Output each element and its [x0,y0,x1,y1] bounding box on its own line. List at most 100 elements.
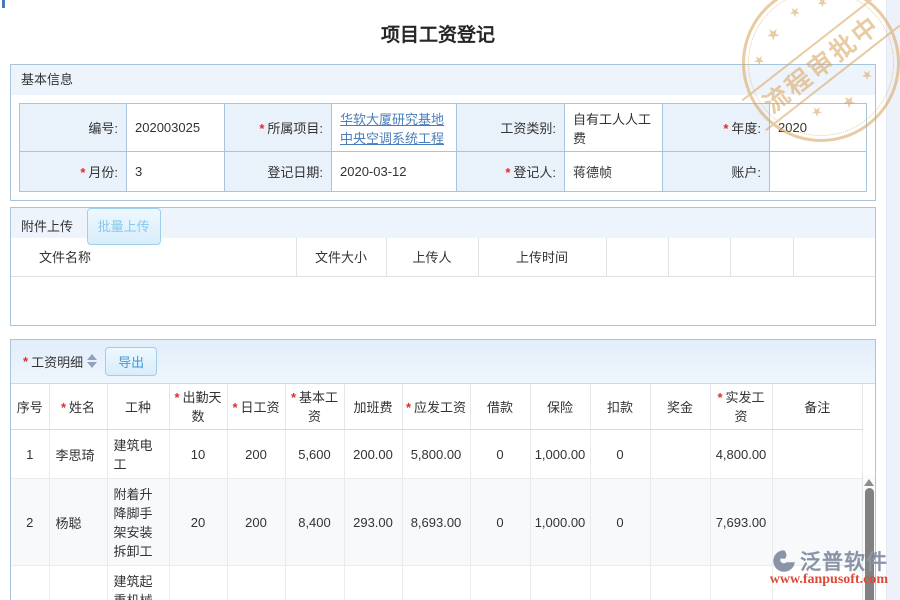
detail-cell [650,566,710,600]
salary-type-field-label: 工资类别: [457,104,565,152]
detail-cell: 1,000.00 [530,479,590,566]
attachments-col-header-7 [730,238,793,276]
detail-cell: 5,600 [285,430,344,479]
month-field: 3 [127,152,225,192]
detail-cell: 200 [227,566,285,600]
sort-spinner-icon[interactable] [87,354,97,368]
detail-cell: 建筑电工 [107,430,169,479]
basic-info-panel: 基本信息 编号:202003025*所属项目:华软大厦研究基地中央空调系统工程工… [10,64,876,201]
project-link[interactable]: 华软大厦研究基地中央空调系统工程 [340,112,444,146]
required-asterisk: * [717,390,722,405]
register-date-field: 2020-03-12 [332,152,457,192]
required-asterisk: * [406,400,411,415]
detail-cell: 0 [470,479,530,566]
detail-col-header-4: *出勤天数 [169,384,227,430]
salary-type-field: 自有工人人工费 [565,104,663,152]
detail-cell: 8,693.00 [402,479,470,566]
detail-cell: 200.00 [344,430,402,479]
page-scrollbar-track[interactable] [886,0,900,600]
detail-cell: 200 [227,430,285,479]
detail-col-header-6: *基本工资 [285,384,344,430]
attachments-col-header-6 [668,238,730,276]
detail-cell: 0 [590,479,650,566]
year-field-label: *年度: [663,104,770,152]
table-scrollbar[interactable] [862,475,875,600]
detail-cell: 10 [169,430,227,479]
detail-col-header-7: 加班费 [344,384,402,430]
detail-col-header-12: 奖金 [650,384,710,430]
detail-cell [650,479,710,566]
detail-cell: 8,400 [285,479,344,566]
detail-cell: 200 [227,479,285,566]
detail-col-header-8: *应发工资 [402,384,470,430]
detail-cell: 2 [11,479,49,566]
detail-cell: 30 [169,566,227,600]
salary-detail-title: 工资明细 [31,352,83,371]
number-field: 202003025 [127,104,225,152]
project-link-label: *所属项目: [225,104,332,152]
detail-cell: 1 [11,430,49,479]
detail-cell: 0 [470,566,530,600]
required-asterisk: * [61,400,66,415]
required-asterisk: * [23,354,28,369]
detail-cell: 李思琦 [49,430,107,479]
detail-cell: 4,990.00 [710,566,772,600]
detail-cell: 5,800.00 [402,430,470,479]
salary-detail-table: 序号*姓名工种*出勤天数*日工资*基本工资加班费*应发工资借款保险扣款奖金*实发… [11,384,863,600]
detail-cell: 5,600 [285,566,344,600]
page-title: 项目工资登记 [0,20,876,47]
required-asterisk: * [723,121,728,136]
detail-cell: 1,000.00 [530,566,590,600]
register-date-field-label: 登记日期: [225,152,332,192]
detail-cell: 293.00 [344,479,402,566]
required-asterisk: * [505,165,510,180]
detail-cell [772,479,863,566]
required-asterisk: * [291,390,296,405]
number-field-label: 编号: [20,104,127,152]
detail-col-header-3: 工种 [107,384,169,430]
year-field: 2020 [770,104,867,152]
edge-tick [2,0,5,8]
registrant-field-label: *登记人: [457,152,565,192]
detail-cell [772,430,863,479]
salary-detail-panel: * 工资明细 导出 序号*姓名工种*出勤天数*日工资*基本工资加班费*应发工资借… [10,339,876,600]
detail-col-header-9: 借款 [470,384,530,430]
required-asterisk: * [80,165,85,180]
registrant-field: 蒋德帧 [565,152,663,192]
detail-col-header-13: *实发工资 [710,384,772,430]
detail-cell: 0 [590,566,650,600]
page: 项目工资登记 流程审批中 ★ ★ ★ ★ ★ ★ ★ 基本信息 编号:20200… [0,0,900,600]
attachments-col-header-2: 文件大小 [296,238,386,276]
batch-upload-button[interactable]: 批量上传 [87,208,161,245]
detail-cell: 390.00 [344,566,402,600]
scroll-up-icon[interactable] [864,479,874,486]
attachments-panel: 附件上传 批量上传 文件名称文件大小上传人上传时间 [10,207,876,326]
detail-cell: 5,990.00 [402,566,470,600]
detail-cell: 附着升降脚手架安装拆卸工 [107,479,169,566]
month-field-label: *月份: [20,152,127,192]
detail-cell [772,566,863,600]
table-row[interactable]: 1李思琦建筑电工102005,600200.005,800.0001,000.0… [11,430,863,479]
attachments-col-header-4: 上传时间 [478,238,606,276]
detail-cell: 杨力 [49,566,107,600]
required-asterisk: * [259,121,264,136]
detail-cell: 0 [470,430,530,479]
table-row[interactable]: 3杨力建筑起重机械安装拆卸工302005,600390.005,990.0001… [11,566,863,600]
detail-col-header-2: *姓名 [49,384,107,430]
required-asterisk: * [174,390,179,405]
detail-cell: 3 [11,566,49,600]
salary-detail-header: * 工资明细 导出 [11,340,875,384]
attachments-col-header-3: 上传人 [386,238,478,276]
attachments-title: 附件上传 [21,219,73,234]
project-link: 华软大厦研究基地中央空调系统工程 [332,104,457,152]
table-row[interactable]: 2杨聪附着升降脚手架安装拆卸工202008,400293.008,693.000… [11,479,863,566]
export-button[interactable]: 导出 [105,347,157,376]
attachments-empty-area [11,277,875,325]
attachments-col-header-5 [606,238,668,276]
detail-cell: 4,800.00 [710,430,772,479]
detail-cell: 20 [169,479,227,566]
account-field-label: 账户: [663,152,770,192]
scrollbar-thumb[interactable] [865,488,874,600]
detail-col-header-11: 扣款 [590,384,650,430]
star-icon: ★ [786,3,803,20]
